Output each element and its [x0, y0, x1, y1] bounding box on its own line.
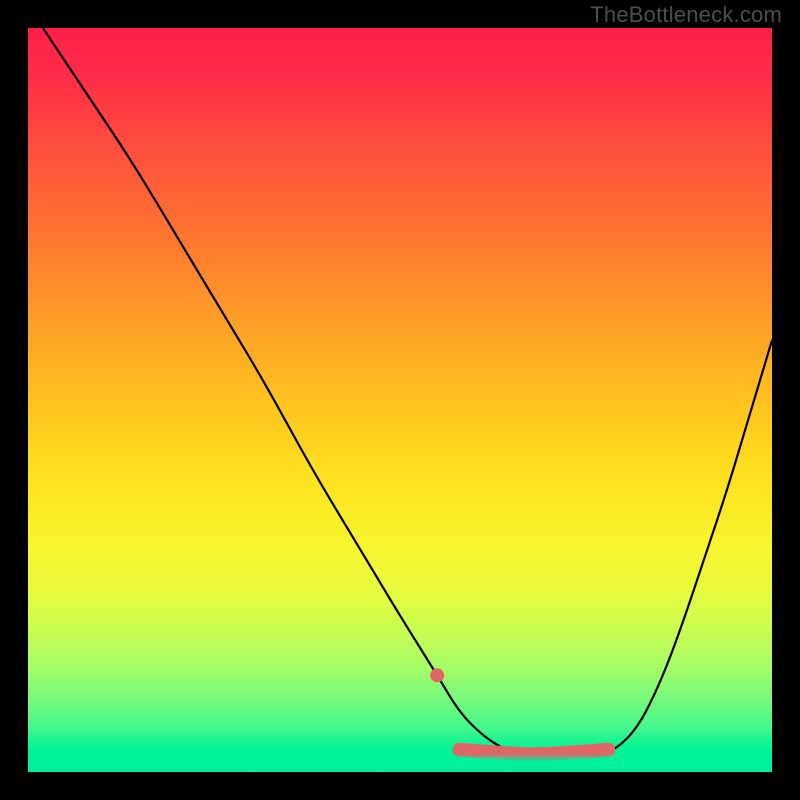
bottleneck-curve — [43, 28, 772, 757]
bottleneck-curve-svg — [28, 28, 772, 772]
highlight-dot — [430, 668, 444, 682]
watermark-text: TheBottleneck.com — [590, 2, 782, 28]
chart-frame: TheBottleneck.com — [0, 0, 800, 800]
plot-area — [28, 28, 772, 772]
green-baseline-strip — [28, 754, 772, 772]
